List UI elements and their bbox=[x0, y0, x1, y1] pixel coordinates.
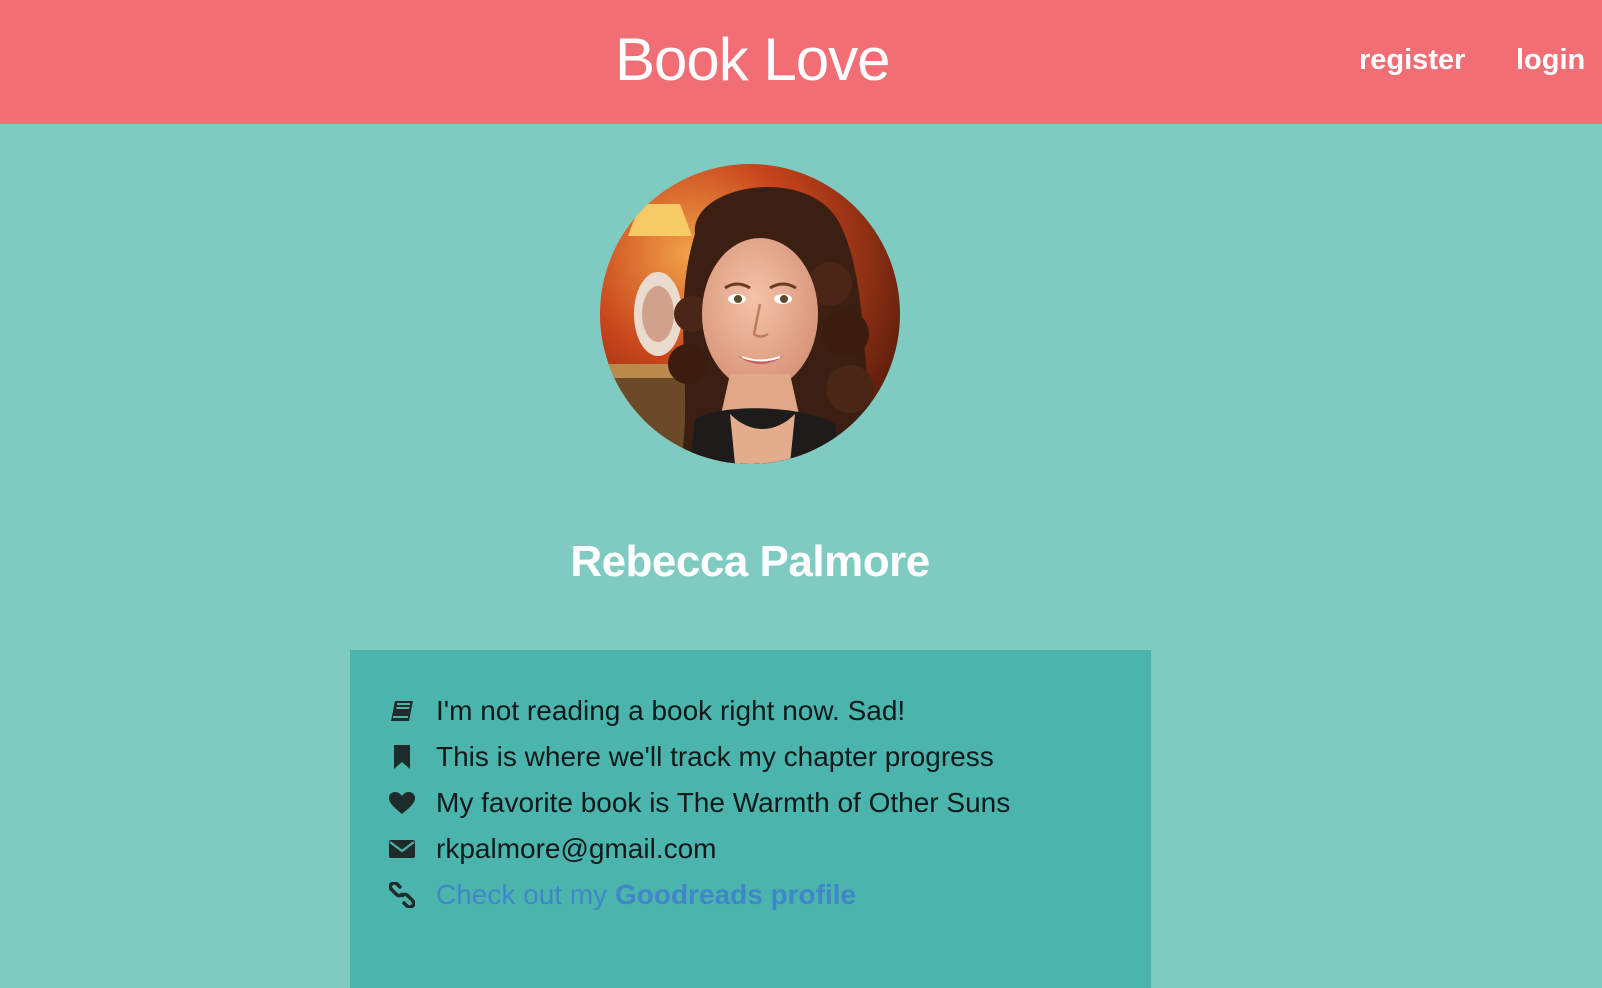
profile-info-card: I'm not reading a book right now. Sad! T… bbox=[350, 650, 1151, 988]
register-link[interactable]: register bbox=[1359, 42, 1465, 78]
profile-info-list: I'm not reading a book right now. Sad! T… bbox=[388, 688, 1010, 918]
link-icon bbox=[388, 881, 416, 909]
list-item-goodreads: Check out my Goodreads profile bbox=[388, 872, 1010, 918]
top-navbar: Book Love register login bbox=[0, 0, 1602, 124]
list-item-chapter-progress: This is where we'll track my chapter pro… bbox=[388, 734, 1010, 780]
list-item-email: rkpalmore@gmail.com bbox=[388, 826, 1010, 872]
bookmark-icon bbox=[388, 743, 416, 771]
email-text: rkpalmore@gmail.com bbox=[436, 833, 717, 864]
list-item-favorite-book: My favorite book is The Warmth of Other … bbox=[388, 780, 1010, 826]
goodreads-link-prefix: Check out my bbox=[436, 879, 615, 910]
chapter-progress-text: This is where we'll track my chapter pro… bbox=[436, 741, 994, 772]
profile-photo bbox=[600, 164, 900, 464]
goodreads-link-text: Goodreads profile bbox=[614, 879, 857, 910]
current-book-text: I'm not reading a book right now. Sad! bbox=[436, 695, 906, 726]
heart-icon bbox=[388, 789, 416, 817]
book-icon bbox=[388, 697, 416, 725]
favorite-book-text: My favorite book is The Warmth of Other … bbox=[436, 787, 1011, 818]
list-item-current-book: I'm not reading a book right now. Sad! bbox=[388, 688, 1010, 734]
site-brand-link[interactable]: Book Love bbox=[615, 24, 891, 96]
profile-name: Rebecca Palmore bbox=[570, 537, 930, 586]
profile-avatar bbox=[600, 164, 900, 464]
login-link[interactable]: login bbox=[1516, 42, 1585, 78]
goodreads-profile-link[interactable]: Check out my Goodreads profile bbox=[436, 877, 856, 913]
envelope-icon bbox=[388, 835, 416, 863]
